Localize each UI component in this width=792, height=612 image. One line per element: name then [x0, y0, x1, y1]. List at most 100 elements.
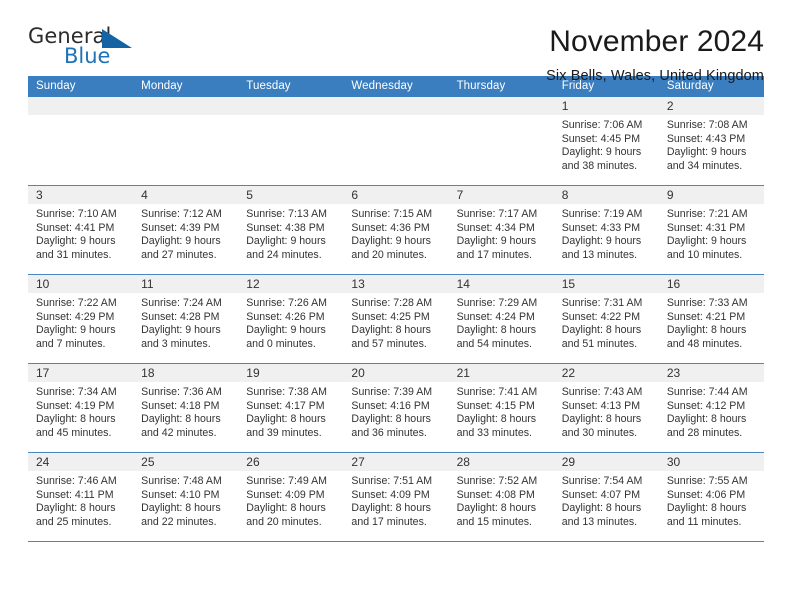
daylight-text-line1: Daylight: 8 hours	[456, 413, 537, 426]
sunset-text: Sunset: 4:09 PM	[351, 488, 430, 501]
daylight-text-line2: and 45 minutes.	[36, 426, 112, 439]
calendar-day-cell[interactable]: 10 Sunrise: 7:22 AM Sunset: 4:29 PM Dayligh…	[28, 274, 134, 364]
sunset-text: Sunset: 4:15 PM	[456, 399, 535, 412]
day-number: 1	[553, 97, 659, 115]
sunset-text: Sunset: 4:39 PM	[141, 221, 220, 234]
daylight-text-line1: Daylight: 8 hours	[246, 502, 326, 515]
day-sun-info: Sunrise: 7:29 AM Sunset: 4:24 PM Daylight:…	[449, 293, 554, 351]
day-number: 27	[343, 453, 449, 471]
daylight-text-line2: and 3 minutes.	[141, 337, 211, 350]
calendar-day-cell[interactable]: 16 Sunrise: 7:33 AM Sunset: 4:21 PM Dayligh…	[658, 274, 764, 364]
sunset-text: Sunset: 4:19 PM	[36, 399, 115, 412]
calendar-day-cell[interactable]: 19 Sunrise: 7:38 AM Sunset: 4:17 PM Dayligh…	[238, 363, 344, 453]
calendar-day-cell[interactable]: 12 Sunrise: 7:26 AM Sunset: 4:26 PM Dayligh…	[238, 274, 344, 364]
calendar-day-cell[interactable]: 11 Sunrise: 7:24 AM Sunset: 4:28 PM Dayligh…	[133, 274, 239, 364]
day-sun-info: Sunrise: 7:17 AM Sunset: 4:34 PM Daylight:…	[449, 204, 554, 262]
day-sun-info: Sunrise: 7:24 AM Sunset: 4:28 PM Daylight:…	[133, 293, 238, 351]
sunrise-text: Sunrise: 7:49 AM	[246, 475, 327, 487]
daylight-text-line1: Daylight: 8 hours	[141, 413, 221, 426]
calendar-day-cell[interactable]: 4 Sunrise: 7:12 AM Sunset: 4:39 PM Daylight…	[133, 185, 239, 275]
day-sun-info: Sunrise: 7:28 AM Sunset: 4:25 PM Daylight:…	[343, 293, 448, 351]
daylight-text-line1: Daylight: 8 hours	[561, 413, 642, 426]
sunrise-text: Sunrise: 7:24 AM	[141, 297, 222, 309]
sunset-text: Sunset: 4:38 PM	[246, 221, 325, 234]
sunset-text: Sunset: 4:41 PM	[36, 221, 115, 234]
calendar-day-cell[interactable]: 5 Sunrise: 7:13 AM Sunset: 4:38 PM Daylight…	[238, 185, 344, 275]
day-number: 18	[133, 364, 239, 382]
daylight-text-line2: and 57 minutes.	[351, 337, 427, 350]
calendar-day-cell[interactable]: 22 Sunrise: 7:43 AM Sunset: 4:13 PM Dayligh…	[553, 363, 659, 453]
daylight-text-line1: Daylight: 8 hours	[666, 413, 747, 426]
calendar-day-cell[interactable]: 6 Sunrise: 7:15 AM Sunset: 4:36 PM Daylight…	[343, 185, 449, 275]
sunrise-text: Sunrise: 7:15 AM	[351, 208, 433, 220]
daylight-text-line1: Daylight: 9 hours	[561, 146, 642, 159]
daylight-text-line1: Daylight: 9 hours	[561, 235, 642, 248]
calendar-body: 1 Sunrise: 7:06 AM Sunset: 4:45 PM Daylight…	[28, 97, 764, 541]
sunrise-text: Sunrise: 7:48 AM	[141, 475, 222, 487]
calendar-day-cell[interactable]: 18 Sunrise: 7:36 AM Sunset: 4:18 PM Dayligh…	[133, 363, 239, 453]
sunset-text: Sunset: 4:45 PM	[561, 132, 641, 145]
calendar-day-cell[interactable]: 13 Sunrise: 7:28 AM Sunset: 4:25 PM Dayligh…	[343, 274, 449, 364]
day-sun-info: Sunrise: 7:06 AM Sunset: 4:45 PM Daylight:…	[554, 115, 659, 173]
calendar-day-cell[interactable]: 28 Sunrise: 7:52 AM Sunset: 4:08 PM Dayligh…	[448, 452, 554, 541]
calendar-day-cell[interactable]: 9 Sunrise: 7:21 AM Sunset: 4:31 PM Daylight…	[658, 185, 764, 275]
sunrise-text: Sunrise: 7:08 AM	[666, 119, 748, 131]
calendar-day-cell[interactable]: 25 Sunrise: 7:48 AM Sunset: 4:10 PM Dayligh…	[133, 452, 239, 541]
day-number	[448, 97, 554, 115]
calendar-day-cell[interactable]: 24 Sunrise: 7:46 AM Sunset: 4:11 PM Dayligh…	[28, 452, 134, 541]
day-number: 29	[553, 453, 659, 471]
day-number: 2	[658, 97, 764, 115]
day-number: 16	[658, 275, 764, 293]
day-number: 23	[658, 364, 764, 382]
day-sun-info: Sunrise: 7:38 AM Sunset: 4:17 PM Daylight:…	[238, 382, 343, 440]
day-sun-info: Sunrise: 7:39 AM Sunset: 4:16 PM Daylight:…	[343, 382, 448, 440]
daylight-text-line2: and 10 minutes.	[666, 248, 743, 261]
calendar-day-cell[interactable]: 2 Sunrise: 7:08 AM Sunset: 4:43 PM Daylight…	[658, 97, 764, 186]
daylight-text-line1: Daylight: 9 hours	[456, 235, 537, 248]
sunrise-text: Sunrise: 7:55 AM	[666, 475, 748, 487]
calendar-day-cell[interactable]: 3 Sunrise: 7:10 AM Sunset: 4:41 PM Daylight…	[28, 185, 134, 275]
sunset-text: Sunset: 4:18 PM	[141, 399, 220, 412]
daylight-text-line1: Daylight: 8 hours	[666, 324, 747, 337]
calendar-day-cell[interactable]: 1 Sunrise: 7:06 AM Sunset: 4:45 PM Daylight…	[553, 97, 659, 186]
calendar-day-cell[interactable]: 8 Sunrise: 7:19 AM Sunset: 4:33 PM Daylight…	[553, 185, 659, 275]
daylight-text-line2: and 48 minutes.	[666, 337, 743, 350]
calendar-day-cell[interactable]: 20 Sunrise: 7:39 AM Sunset: 4:16 PM Dayligh…	[343, 363, 449, 453]
calendar-day-cell[interactable]: 30 Sunrise: 7:55 AM Sunset: 4:06 PM Dayligh…	[658, 452, 764, 541]
calendar-day-cell[interactable]: 15 Sunrise: 7:31 AM Sunset: 4:22 PM Dayligh…	[553, 274, 659, 364]
brand-name-blue: Blue	[64, 44, 111, 68]
daylight-text-line2: and 33 minutes.	[456, 426, 532, 439]
sunset-text: Sunset: 4:17 PM	[246, 399, 325, 412]
sunset-text: Sunset: 4:25 PM	[351, 310, 430, 323]
weekday-header-thursday: Thursday	[448, 76, 554, 97]
daylight-text-line1: Daylight: 8 hours	[36, 502, 116, 515]
sunset-text: Sunset: 4:36 PM	[351, 221, 430, 234]
calendar-day-cell[interactable]: 21 Sunrise: 7:41 AM Sunset: 4:15 PM Dayligh…	[448, 363, 554, 453]
sunrise-text: Sunrise: 7:28 AM	[351, 297, 433, 309]
daylight-text-line1: Daylight: 8 hours	[456, 324, 537, 337]
calendar-day-cell[interactable]: 29 Sunrise: 7:54 AM Sunset: 4:07 PM Dayligh…	[553, 452, 659, 541]
day-sun-info: Sunrise: 7:10 AM Sunset: 4:41 PM Daylight:…	[28, 204, 133, 262]
day-number: 11	[133, 275, 239, 293]
sunrise-text: Sunrise: 7:06 AM	[561, 119, 643, 131]
brand-logo[interactable]: General Blue	[28, 26, 146, 72]
calendar-day-cell[interactable]: 23 Sunrise: 7:44 AM Sunset: 4:12 PM Dayligh…	[658, 363, 764, 453]
calendar-day-cell[interactable]: 17 Sunrise: 7:34 AM Sunset: 4:19 PM Dayligh…	[28, 363, 134, 453]
calendar-day-cell-empty	[343, 97, 449, 186]
day-number: 24	[28, 453, 134, 471]
daylight-text-line1: Daylight: 8 hours	[351, 324, 431, 337]
calendar-day-cell[interactable]: 14 Sunrise: 7:29 AM Sunset: 4:24 PM Dayligh…	[448, 274, 554, 364]
daylight-text-line2: and 36 minutes.	[351, 426, 427, 439]
day-sun-info: Sunrise: 7:46 AM Sunset: 4:11 PM Daylight:…	[28, 471, 133, 529]
day-sun-info: Sunrise: 7:08 AM Sunset: 4:43 PM Daylight:…	[659, 115, 764, 173]
sunset-text: Sunset: 4:28 PM	[141, 310, 220, 323]
calendar-day-cell[interactable]: 27 Sunrise: 7:51 AM Sunset: 4:09 PM Dayligh…	[343, 452, 449, 541]
day-number: 13	[343, 275, 449, 293]
sunrise-text: Sunrise: 7:43 AM	[561, 386, 643, 398]
day-number: 17	[28, 364, 134, 382]
calendar-day-cell[interactable]: 7 Sunrise: 7:17 AM Sunset: 4:34 PM Daylight…	[448, 185, 554, 275]
daylight-text-line1: Daylight: 8 hours	[456, 502, 537, 515]
sunrise-text: Sunrise: 7:41 AM	[456, 386, 538, 398]
calendar-day-cell[interactable]: 26 Sunrise: 7:49 AM Sunset: 4:09 PM Dayligh…	[238, 452, 344, 541]
day-sun-info: Sunrise: 7:13 AM Sunset: 4:38 PM Daylight:…	[238, 204, 343, 262]
